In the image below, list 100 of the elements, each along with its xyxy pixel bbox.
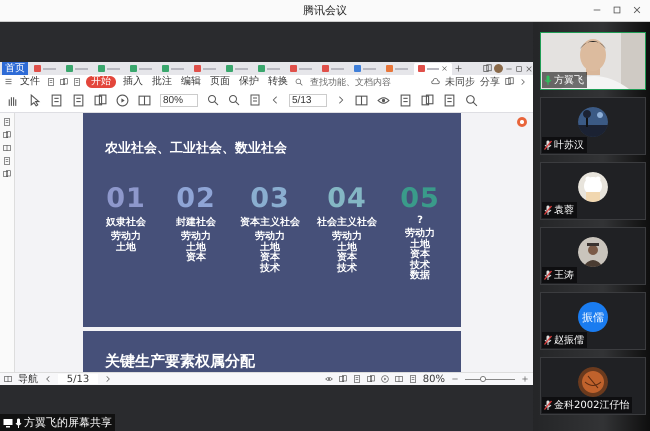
book-icon[interactable] [394, 375, 403, 383]
document-icon[interactable] [73, 78, 81, 86]
document-icon[interactable] [399, 94, 412, 106]
menu-tab[interactable]: 插入 [121, 76, 145, 88]
menu-tab[interactable]: 编辑 [179, 76, 203, 88]
search-field[interactable]: 查找功能、文档内容 [308, 76, 396, 87]
muted-microphone-icon[interactable] [544, 140, 552, 150]
document-icon[interactable] [408, 375, 417, 383]
document-icon[interactable] [443, 94, 456, 106]
close-icon[interactable] [632, 5, 642, 15]
factor-label: 资本 [337, 253, 357, 263]
factor-label: 劳动力 [111, 232, 141, 242]
search-icon[interactable] [228, 94, 240, 106]
document-icon[interactable] [352, 375, 361, 383]
participant-name: 方翼飞 [554, 74, 584, 87]
document-icon[interactable] [50, 94, 63, 106]
muted-microphone-icon[interactable] [544, 400, 552, 410]
menu-tab[interactable]: 页面 [208, 76, 232, 88]
chevron-icon[interactable] [104, 375, 112, 383]
close-icon[interactable] [441, 65, 448, 72]
muted-microphone-icon[interactable] [544, 205, 552, 215]
document-icon[interactable] [3, 118, 11, 126]
slider-thumb[interactable] [480, 376, 486, 382]
zoom-level: 80% [422, 374, 445, 384]
search-icon[interactable] [295, 78, 303, 86]
pages-icon[interactable] [421, 94, 434, 106]
pages-icon[interactable] [60, 78, 68, 86]
page-field[interactable]: 5/13 [58, 374, 98, 384]
search-icon[interactable] [207, 94, 219, 106]
muted-microphone-icon[interactable] [544, 270, 552, 280]
document-icon[interactable] [72, 94, 85, 106]
factor-label: 资本 [186, 253, 206, 264]
home-tab[interactable]: 首页 [2, 62, 28, 75]
file-menu[interactable]: 文件 [18, 76, 42, 88]
file-icon [194, 65, 201, 72]
factor-label: 劳动力 [181, 232, 211, 242]
factor-label: 劳动力 [332, 232, 362, 242]
chevron-icon[interactable] [519, 78, 527, 86]
file-icon [34, 65, 41, 72]
file-icon [226, 65, 233, 72]
file-icon [354, 65, 361, 72]
document-tab[interactable] [414, 62, 452, 74]
participant-name: 叶苏汉 [554, 138, 584, 152]
menu-tab[interactable]: 开始 [86, 76, 116, 88]
menu-tab[interactable]: 保护 [237, 76, 261, 88]
pages-icon[interactable] [3, 131, 11, 139]
page-field[interactable]: 5/13 [289, 94, 327, 106]
factor-label: 土地 [186, 242, 206, 252]
book-icon[interactable] [4, 375, 12, 383]
pages-icon[interactable] [94, 94, 107, 106]
zoom-field[interactable]: 80% [160, 94, 198, 106]
play-icon[interactable] [380, 375, 389, 383]
cursor-icon[interactable] [28, 94, 41, 106]
menu-tab[interactable]: 批注 [150, 76, 174, 88]
window-title: 腾讯会议 [303, 3, 347, 18]
document-icon[interactable] [47, 78, 55, 86]
maximize-icon[interactable] [515, 64, 523, 72]
factor-label: 土地 [116, 242, 136, 253]
share-link[interactable]: 分享 [480, 74, 500, 88]
factor-label: 土地 [410, 240, 430, 250]
eye-icon[interactable] [324, 375, 333, 383]
navigation-toggle[interactable]: 导航 [18, 372, 38, 386]
file-icon [130, 65, 137, 72]
file-icon [162, 65, 169, 72]
close-icon[interactable] [525, 64, 533, 72]
society-name: 奴隶社会 [106, 216, 146, 229]
pages-icon[interactable] [505, 77, 514, 86]
book-icon[interactable] [3, 144, 11, 152]
participant-name: 王涛 [554, 269, 574, 282]
slide-number: 01 [106, 185, 146, 213]
cloud-icon[interactable] [431, 77, 440, 86]
factor-label: 数据 [410, 271, 430, 282]
plus-icon[interactable] [521, 375, 529, 383]
society-name: 社会主义社会 [317, 215, 377, 229]
play-icon[interactable] [116, 94, 129, 106]
document-icon[interactable] [3, 157, 11, 165]
file-icon [418, 65, 425, 72]
search-icon[interactable] [465, 94, 478, 106]
book-icon[interactable] [355, 94, 368, 106]
muted-microphone-icon[interactable] [544, 335, 552, 345]
slide-number: 02 [176, 185, 216, 213]
document-icon[interactable] [249, 94, 261, 106]
avatar-icon[interactable] [494, 64, 503, 73]
menu-icon[interactable] [4, 77, 13, 86]
chevron-icon[interactable] [44, 375, 52, 383]
pages-icon[interactable] [483, 64, 492, 73]
participant-name: 赵振儒 [554, 334, 584, 347]
notification-icon[interactable] [517, 117, 527, 127]
sync-status[interactable]: 未同步 [445, 74, 475, 88]
menu-tab[interactable]: 转换 [266, 76, 290, 88]
maximize-icon[interactable] [612, 5, 622, 15]
book-icon[interactable] [138, 94, 151, 106]
pages-icon[interactable] [3, 170, 11, 178]
pages-icon[interactable] [338, 375, 347, 383]
plus-icon[interactable] [454, 64, 463, 73]
chevron-icon[interactable] [270, 95, 280, 105]
chevron-icon[interactable] [336, 95, 346, 105]
share-label-text: 方翼飞的屏幕共享 [24, 415, 112, 430]
pages-icon[interactable] [366, 375, 375, 383]
file-icon [322, 65, 329, 72]
